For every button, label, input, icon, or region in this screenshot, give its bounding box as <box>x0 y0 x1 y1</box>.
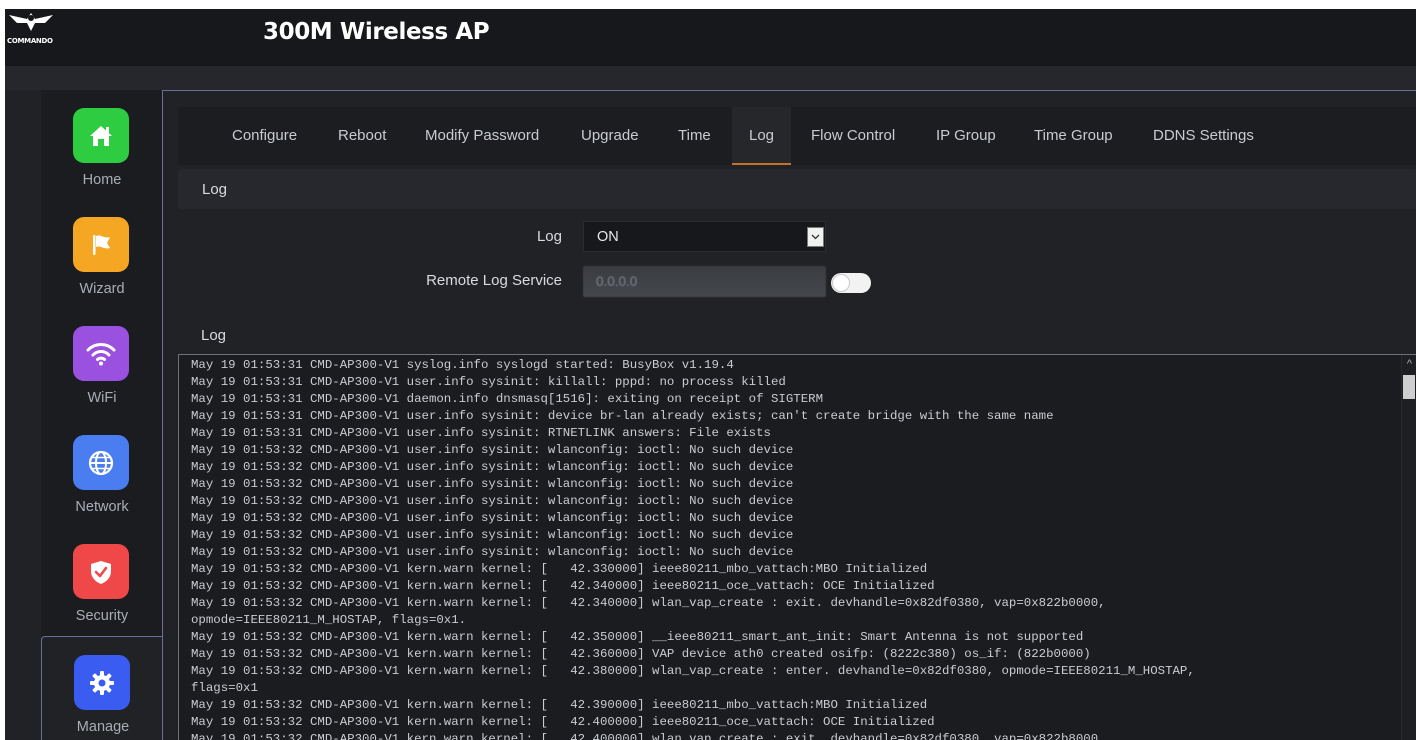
remote-log-value: 0.0.0.0 <box>596 274 638 289</box>
log-line: flags=0x1 <box>191 681 258 695</box>
scroll-thumb[interactable] <box>1403 375 1415 399</box>
section-title: Log <box>202 181 228 198</box>
sidebar-item-label: Network <box>75 499 129 515</box>
toggle-knob <box>832 274 850 292</box>
log-line: May 19 01:53:32 CMD-AP300-V1 kern.warn k… <box>191 715 935 729</box>
header-subbar <box>5 66 1416 90</box>
sidebar-item-label: Manage <box>76 719 130 735</box>
log-line: May 19 01:53:32 CMD-AP300-V1 user.info s… <box>191 460 794 474</box>
log-line: May 19 01:53:32 CMD-AP300-V1 user.info s… <box>191 494 794 508</box>
log-scrollbar[interactable]: ^ <box>1401 355 1416 740</box>
gear-icon <box>74 655 130 710</box>
log-line: May 19 01:53:31 CMD-AP300-V1 user.info s… <box>191 426 771 440</box>
flag-icon <box>73 217 129 272</box>
log-textarea[interactable]: May 19 01:53:31 CMD-AP300-V1 syslog.info… <box>178 354 1416 740</box>
log-line: May 19 01:53:32 CMD-AP300-V1 user.info s… <box>191 443 794 457</box>
tab-ddns-settings[interactable]: DDNS Settings <box>1153 107 1254 165</box>
log-heading: Log <box>201 327 227 344</box>
log-line: May 19 01:53:32 CMD-AP300-V1 kern.warn k… <box>191 630 1084 644</box>
log-line: May 19 01:53:31 CMD-AP300-V1 syslog.info… <box>191 358 734 372</box>
log-line: May 19 01:53:32 CMD-AP300-V1 user.info s… <box>191 511 794 525</box>
sidebar-item-wifi[interactable]: WiFi <box>41 308 163 416</box>
remote-log-label: Remote Log Service <box>426 272 562 289</box>
tab-bar: Configure Reboot Modify Password Upgrade… <box>178 107 1416 165</box>
logo-text: COMMANDO <box>7 37 53 45</box>
tab-flow-control[interactable]: Flow Control <box>811 107 895 165</box>
tab-log[interactable]: Log <box>732 107 792 165</box>
log-select-value: ON <box>597 229 619 245</box>
log-select[interactable]: ON <box>583 221 826 252</box>
wifi-icon <box>73 326 129 381</box>
sidebar-item-home[interactable]: Home <box>41 90 163 198</box>
sidebar-item-security[interactable]: Security <box>41 526 163 634</box>
log-line: May 19 01:53:32 CMD-AP300-V1 kern.warn k… <box>191 647 1091 661</box>
remote-log-input[interactable]: 0.0.0.0 <box>583 266 826 297</box>
tab-modify-password[interactable]: Modify Password <box>425 107 539 165</box>
scroll-up-icon[interactable]: ^ <box>1402 357 1416 371</box>
log-line: May 19 01:53:32 CMD-AP300-V1 kern.warn k… <box>191 596 1106 610</box>
log-line: May 19 01:53:32 CMD-AP300-V1 kern.warn k… <box>191 579 935 593</box>
log-content: May 19 01:53:31 CMD-AP300-V1 syslog.info… <box>191 357 1195 740</box>
sidebar: Home Wizard WiFi Network Security Manage <box>41 90 163 740</box>
header-bar: COMMANDO 300M Wireless AP <box>5 9 1416 66</box>
main-panel: Configure Reboot Modify Password Upgrade… <box>162 90 1416 740</box>
section-header: Log <box>178 169 1416 209</box>
tab-ip-group[interactable]: IP Group <box>936 107 996 165</box>
log-label: Log <box>536 228 562 245</box>
shield-icon <box>73 544 129 599</box>
log-line: May 19 01:53:32 CMD-AP300-V1 kern.warn k… <box>191 698 928 712</box>
log-line: May 19 01:53:32 CMD-AP300-V1 kern.warn k… <box>191 732 1106 740</box>
tab-time[interactable]: Time <box>678 107 711 165</box>
app-window: COMMANDO 300M Wireless AP Home Wizard Wi… <box>5 9 1416 740</box>
tab-upgrade[interactable]: Upgrade <box>581 107 639 165</box>
tab-reboot[interactable]: Reboot <box>338 107 386 165</box>
log-line: May 19 01:53:32 CMD-AP300-V1 kern.warn k… <box>191 664 1195 678</box>
log-line: opmode=IEEE80211_M_HOSTAP, flags=0x1. <box>191 613 467 627</box>
app-title: 300M Wireless AP <box>263 19 490 45</box>
log-line: May 19 01:53:31 CMD-AP300-V1 daemon.info… <box>191 392 824 406</box>
tab-time-group[interactable]: Time Group <box>1034 107 1113 165</box>
log-line: May 19 01:53:32 CMD-AP300-V1 user.info s… <box>191 528 794 542</box>
log-line: May 19 01:53:32 CMD-AP300-V1 user.info s… <box>191 545 794 559</box>
sidebar-item-label: Wizard <box>79 281 125 297</box>
log-line: May 19 01:53:32 CMD-AP300-V1 user.info s… <box>191 477 794 491</box>
chevron-down-icon[interactable] <box>807 227 824 247</box>
sidebar-item-label: WiFi <box>87 390 117 406</box>
log-line: May 19 01:53:31 CMD-AP300-V1 user.info s… <box>191 409 1054 423</box>
globe-icon <box>73 435 129 490</box>
log-line: May 19 01:53:32 CMD-AP300-V1 kern.warn k… <box>191 562 928 576</box>
commando-logo[interactable]: COMMANDO <box>5 9 57 49</box>
sidebar-item-label: Security <box>75 608 129 624</box>
home-icon <box>73 108 129 163</box>
sidebar-item-manage[interactable]: Manage <box>41 636 163 740</box>
log-line: May 19 01:53:31 CMD-AP300-V1 user.info s… <box>191 375 786 389</box>
remote-log-toggle[interactable] <box>831 273 871 293</box>
sidebar-item-label: Home <box>82 172 122 188</box>
tab-configure[interactable]: Configure <box>232 107 297 165</box>
sidebar-item-network[interactable]: Network <box>41 417 163 525</box>
sidebar-item-wizard[interactable]: Wizard <box>41 199 163 307</box>
